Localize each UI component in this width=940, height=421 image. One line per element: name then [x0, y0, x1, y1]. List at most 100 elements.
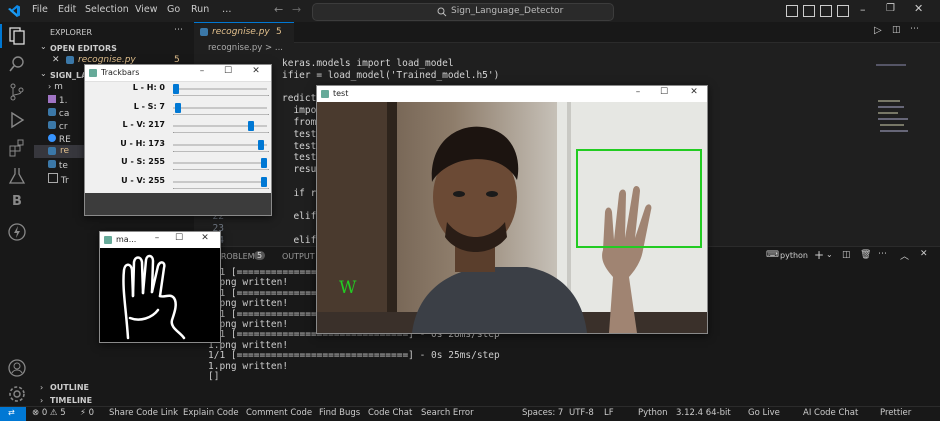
- command-center-search[interactable]: Sign_Language_Detector: [312, 3, 614, 21]
- trackbar-slider[interactable]: [173, 139, 267, 150]
- interpreter-status[interactable]: 3.12.4 64-bit: [676, 408, 731, 418]
- trackbar-thumb[interactable]: [173, 84, 179, 94]
- nav-back-icon[interactable]: ←: [274, 3, 283, 16]
- tab-recognise[interactable]: recognise.py 5: [194, 22, 294, 43]
- close-icon[interactable]: ✕: [914, 2, 923, 15]
- maximize-panel-icon[interactable]: ︿: [900, 249, 909, 262]
- file-item[interactable]: cr: [48, 121, 68, 132]
- extensions-icon[interactable]: [7, 138, 27, 158]
- terminal-shell-label[interactable]: python: [780, 251, 808, 260]
- project-header[interactable]: SIGN_LA: [50, 71, 87, 80]
- timeline-header[interactable]: TIMELINE: [50, 396, 92, 405]
- testing-flask-icon[interactable]: [7, 166, 27, 186]
- explorer-icon[interactable]: [7, 26, 27, 46]
- nav-forward-icon[interactable]: →: [292, 3, 301, 16]
- split-terminal-icon[interactable]: ◫: [842, 250, 851, 260]
- file-item[interactable]: RE: [48, 134, 71, 145]
- menu-view[interactable]: View: [135, 4, 158, 15]
- source-control-icon[interactable]: [7, 82, 27, 102]
- minimize-icon[interactable]: –: [150, 233, 164, 243]
- run-file-icon[interactable]: ▷: [874, 25, 882, 36]
- minimap[interactable]: [870, 60, 920, 150]
- file-item[interactable]: ca: [48, 108, 69, 119]
- close-panel-icon[interactable]: ✕: [920, 249, 928, 259]
- minimize-icon[interactable]: –: [860, 3, 866, 16]
- more-actions-icon[interactable]: ⋯: [878, 249, 887, 259]
- menu-edit[interactable]: Edit: [58, 4, 76, 15]
- close-editor-icon[interactable]: ✕: [52, 55, 60, 65]
- blackbox-icon[interactable]: B: [7, 194, 27, 214]
- ai-code-chat[interactable]: AI Code Chat: [803, 408, 858, 418]
- trackbar-thumb[interactable]: [261, 176, 267, 187]
- close-icon[interactable]: ✕: [687, 87, 701, 97]
- tab-output[interactable]: OUTPUT: [282, 252, 315, 261]
- trackbar-thumb[interactable]: [175, 102, 182, 113]
- trackbar-slider[interactable]: [173, 176, 267, 187]
- trackbar-thumb[interactable]: [261, 158, 267, 168]
- share-code-link[interactable]: Share Code Link: [109, 408, 178, 418]
- explain-code[interactable]: Explain Code: [183, 408, 239, 418]
- close-icon[interactable]: ✕: [249, 66, 263, 76]
- prettier-status[interactable]: Prettier: [880, 408, 911, 418]
- go-live[interactable]: Go Live: [748, 408, 780, 418]
- trackbar-slider[interactable]: [173, 158, 267, 168]
- indentation-status[interactable]: Spaces: 7: [522, 408, 563, 418]
- file-item[interactable]: › m: [48, 82, 63, 92]
- maximize-icon[interactable]: ☐: [221, 66, 235, 76]
- eol-status[interactable]: LF: [604, 408, 614, 418]
- language-status[interactable]: Python: [638, 408, 667, 418]
- chevron-right-icon[interactable]: ›: [40, 383, 43, 392]
- file-item[interactable]: te: [48, 160, 68, 171]
- customize-layout-icon[interactable]: [837, 5, 849, 17]
- trackbars-titlebar[interactable]: Trackbars – ☐ ✕: [85, 65, 271, 82]
- toggle-panel-icon[interactable]: [803, 5, 815, 17]
- test-titlebar[interactable]: test – ☐ ✕: [317, 86, 707, 103]
- more-actions-icon[interactable]: ⋯: [174, 25, 183, 35]
- maximize-icon[interactable]: ☐: [657, 87, 671, 97]
- find-bugs[interactable]: Find Bugs: [319, 408, 360, 418]
- trackbar-thumb[interactable]: [247, 121, 254, 131]
- more-actions-icon[interactable]: ⋯: [910, 24, 919, 34]
- split-editor-icon[interactable]: ◫: [892, 25, 901, 35]
- minimize-icon[interactable]: –: [631, 87, 645, 97]
- search-error[interactable]: Search Error: [421, 408, 474, 418]
- toggle-secondary-sidebar-icon[interactable]: [820, 5, 832, 17]
- chevron-down-icon[interactable]: ⌄: [826, 250, 833, 259]
- menu-file[interactable]: File: [32, 4, 48, 15]
- trackbar-slider[interactable]: [173, 102, 267, 113]
- trackbar-slider[interactable]: [173, 84, 267, 94]
- maximize-icon[interactable]: ☐: [172, 233, 186, 243]
- menu-more[interactable]: …: [222, 4, 232, 15]
- trackbar-thumb[interactable]: [258, 139, 265, 150]
- account-icon[interactable]: [7, 358, 27, 378]
- minimize-icon[interactable]: –: [195, 66, 209, 76]
- problems-status[interactable]: ⊗ 0 ⚠ 5: [32, 408, 66, 418]
- toggle-sidebar-icon[interactable]: [786, 5, 798, 17]
- open-editors-header[interactable]: OPEN EDITORS: [50, 44, 117, 53]
- maximize-icon[interactable]: ❐: [886, 3, 895, 14]
- settings-gear-icon[interactable]: [7, 384, 27, 404]
- chevron-right-icon[interactable]: ›: [40, 396, 43, 405]
- menu-selection[interactable]: Selection: [85, 4, 129, 15]
- new-terminal-icon[interactable]: +: [814, 248, 824, 262]
- breadcrumb[interactable]: recognise.py > ...: [208, 43, 283, 53]
- run-debug-icon[interactable]: [7, 110, 27, 130]
- remote-indicator[interactable]: ⇄: [0, 407, 26, 421]
- mask-titlebar[interactable]: ma... – ☐ ✕: [100, 232, 220, 249]
- outline-header[interactable]: OUTLINE: [50, 383, 89, 392]
- lightning-icon[interactable]: [7, 222, 27, 242]
- tab-problems[interactable]: PROBLEMS: [216, 252, 260, 261]
- chevron-down-icon[interactable]: ⌄: [40, 69, 47, 78]
- code-chat[interactable]: Code Chat: [368, 408, 412, 418]
- close-icon[interactable]: ✕: [198, 233, 212, 243]
- comment-code[interactable]: Comment Code: [246, 408, 312, 418]
- search-sidebar-icon[interactable]: [7, 54, 27, 74]
- chevron-down-icon[interactable]: ⌄: [40, 42, 47, 51]
- file-item[interactable]: Tr: [48, 173, 69, 186]
- file-item-selected[interactable]: re: [34, 145, 84, 158]
- trash-icon[interactable]: 🗑: [860, 250, 871, 260]
- encoding-status[interactable]: UTF-8: [569, 408, 594, 418]
- file-item[interactable]: 1.: [48, 95, 67, 106]
- trackbar-slider[interactable]: [173, 121, 267, 131]
- menu-go[interactable]: Go: [167, 4, 180, 15]
